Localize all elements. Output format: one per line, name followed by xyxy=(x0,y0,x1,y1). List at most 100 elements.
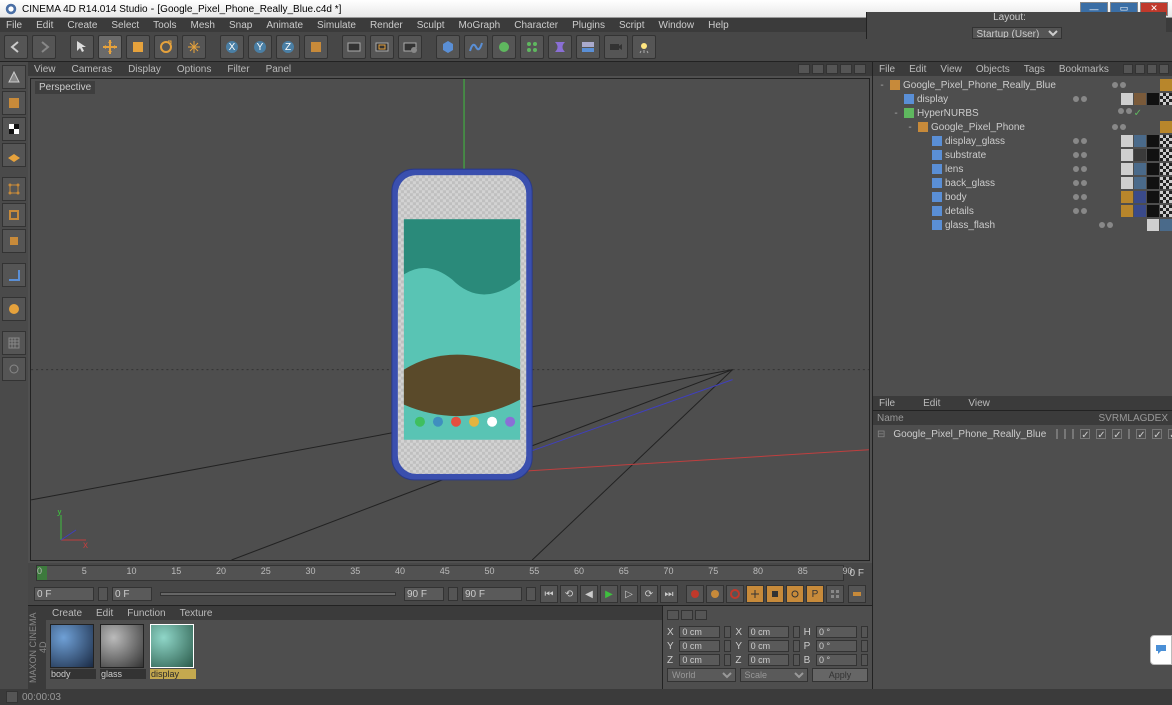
layer-flag-r[interactable]: ✓ xyxy=(1096,429,1106,439)
visibility-dot[interactable] xyxy=(1107,222,1113,228)
menu-animate[interactable]: Animate xyxy=(266,20,303,31)
tag-swatch[interactable] xyxy=(1147,163,1159,175)
coord-system-button[interactable] xyxy=(304,35,328,59)
tag-swatch[interactable] xyxy=(1121,205,1133,217)
tag-swatch[interactable] xyxy=(1121,177,1133,189)
current-frame-field[interactable]: 0 F xyxy=(112,587,152,601)
tree-item-google_pixel_phone_really_blue[interactable]: -Google_Pixel_Phone_Really_Blue xyxy=(873,78,1172,92)
menu-snap[interactable]: Snap xyxy=(229,20,252,31)
layer-flag-g[interactable]: ✓ xyxy=(1152,429,1162,439)
objmenu-bookmarks[interactable]: Bookmarks xyxy=(1059,64,1109,75)
loop-button[interactable]: ⟲ xyxy=(560,585,578,603)
goto-end-button[interactable]: ⏭ xyxy=(660,585,678,603)
matmenu-create[interactable]: Create xyxy=(52,608,82,619)
menu-script[interactable]: Script xyxy=(619,20,645,31)
coord-field-pos-x[interactable]: 0 cm xyxy=(679,626,720,638)
viewmenu-filter[interactable]: Filter xyxy=(227,64,249,75)
tag-swatch[interactable] xyxy=(1134,177,1146,189)
tree-toggle[interactable]: - xyxy=(891,108,901,119)
misc-tool-button[interactable] xyxy=(2,357,26,381)
matmenu-texture[interactable]: Texture xyxy=(180,608,213,619)
tag-swatch[interactable] xyxy=(1160,149,1172,161)
tag-swatch[interactable] xyxy=(1160,121,1172,133)
tag-swatch[interactable] xyxy=(1160,205,1172,217)
tree-item-back_glass[interactable]: back_glass xyxy=(873,176,1172,190)
coord-icon-2[interactable] xyxy=(681,610,693,620)
enable-check[interactable]: ✓ xyxy=(1134,108,1142,119)
model-mode-button[interactable] xyxy=(2,91,26,115)
coord-field-pos-y[interactable]: 0 cm xyxy=(679,640,720,652)
tag-swatch[interactable] xyxy=(1147,219,1159,231)
visibility-dot[interactable] xyxy=(1112,82,1118,88)
tree-item-display[interactable]: display xyxy=(873,92,1172,106)
layer-flag-s[interactable] xyxy=(1072,429,1074,439)
matmenu-function[interactable]: Function xyxy=(127,608,165,619)
coord-field-rot-b[interactable]: 0 ° xyxy=(816,654,857,666)
range-start-spinner[interactable] xyxy=(98,587,108,601)
menu-plugins[interactable]: Plugins xyxy=(572,20,605,31)
coord-spinner-size-y[interactable] xyxy=(793,640,800,652)
tag-swatch[interactable] xyxy=(1134,205,1146,217)
visibility-dot[interactable] xyxy=(1081,96,1087,102)
visibility-dot[interactable] xyxy=(1099,222,1105,228)
visibility-dot[interactable] xyxy=(1073,194,1079,200)
menu-character[interactable]: Character xyxy=(514,20,558,31)
object-tree[interactable]: -Google_Pixel_Phone_Really_Bluedisplay-H… xyxy=(873,76,1172,396)
range-end-spinner[interactable] xyxy=(448,587,458,601)
objmenu-objects[interactable]: Objects xyxy=(976,64,1010,75)
move-tool-button[interactable] xyxy=(98,35,122,59)
matmenu-edit[interactable]: Edit xyxy=(96,608,113,619)
viewport-nav-icon-1[interactable] xyxy=(798,64,810,74)
range-end-field[interactable]: 90 F xyxy=(404,587,444,601)
menu-edit[interactable]: Edit xyxy=(36,20,53,31)
points-mode-button[interactable] xyxy=(2,177,26,201)
key-scale-button[interactable] xyxy=(766,585,784,603)
visibility-dot[interactable] xyxy=(1081,208,1087,214)
tag-swatch[interactable] xyxy=(1134,149,1146,161)
redo-button[interactable] xyxy=(32,35,56,59)
layer-flag-v[interactable]: ✓ xyxy=(1080,429,1090,439)
visibility-dot[interactable] xyxy=(1073,96,1079,102)
tag-swatch[interactable] xyxy=(1160,163,1172,175)
tree-item-hypernurbs[interactable]: -HyperNURBS✓ xyxy=(873,106,1172,120)
axis-center-button[interactable] xyxy=(2,263,26,287)
viewport-nav-icon-5[interactable] xyxy=(854,64,866,74)
goto-end-forward-button[interactable]: ⟳ xyxy=(640,585,658,603)
menu-tools[interactable]: Tools xyxy=(153,20,176,31)
visibility-dot[interactable] xyxy=(1073,138,1079,144)
viewmenu-panel[interactable]: Panel xyxy=(266,64,292,75)
render-region-button[interactable] xyxy=(370,35,394,59)
deformer-button[interactable] xyxy=(548,35,572,59)
edges-mode-button[interactable] xyxy=(2,203,26,227)
attrmenu-file[interactable]: File xyxy=(879,398,895,409)
goto-start-button[interactable]: ⏮ xyxy=(540,585,558,603)
range-start-field[interactable]: 0 F xyxy=(34,587,94,601)
autokey-button[interactable] xyxy=(706,585,724,603)
tag-swatch[interactable] xyxy=(1160,93,1172,105)
visibility-dot[interactable] xyxy=(1120,124,1126,130)
axis-x-button[interactable]: X xyxy=(220,35,244,59)
coord-spinner-rot-b[interactable] xyxy=(861,654,868,666)
visibility-dot[interactable] xyxy=(1081,194,1087,200)
render-settings-button[interactable] xyxy=(398,35,422,59)
visibility-dot[interactable] xyxy=(1112,124,1118,130)
objmenu-view[interactable]: View xyxy=(940,64,962,75)
attrmenu-view[interactable]: View xyxy=(968,398,990,409)
menu-help[interactable]: Help xyxy=(708,20,729,31)
array-button[interactable] xyxy=(520,35,544,59)
visibility-dot[interactable] xyxy=(1073,208,1079,214)
rotate-tool-button[interactable] xyxy=(154,35,178,59)
coord-field-size-y[interactable]: 0 cm xyxy=(748,640,789,652)
menu-sculpt[interactable]: Sculpt xyxy=(417,20,445,31)
workplane-button[interactable] xyxy=(2,143,26,167)
coord-spinner-pos-x[interactable] xyxy=(724,626,731,638)
key-rotation-button[interactable] xyxy=(786,585,804,603)
menu-create[interactable]: Create xyxy=(67,20,97,31)
coord-field-size-z[interactable]: 0 cm xyxy=(748,654,789,666)
tweak-button[interactable] xyxy=(2,297,26,321)
visibility-dot[interactable] xyxy=(1118,108,1124,114)
tag-swatch[interactable] xyxy=(1160,191,1172,203)
viewmenu-cameras[interactable]: Cameras xyxy=(72,64,113,75)
tag-swatch[interactable] xyxy=(1121,163,1133,175)
viewmenu-view[interactable]: View xyxy=(34,64,56,75)
